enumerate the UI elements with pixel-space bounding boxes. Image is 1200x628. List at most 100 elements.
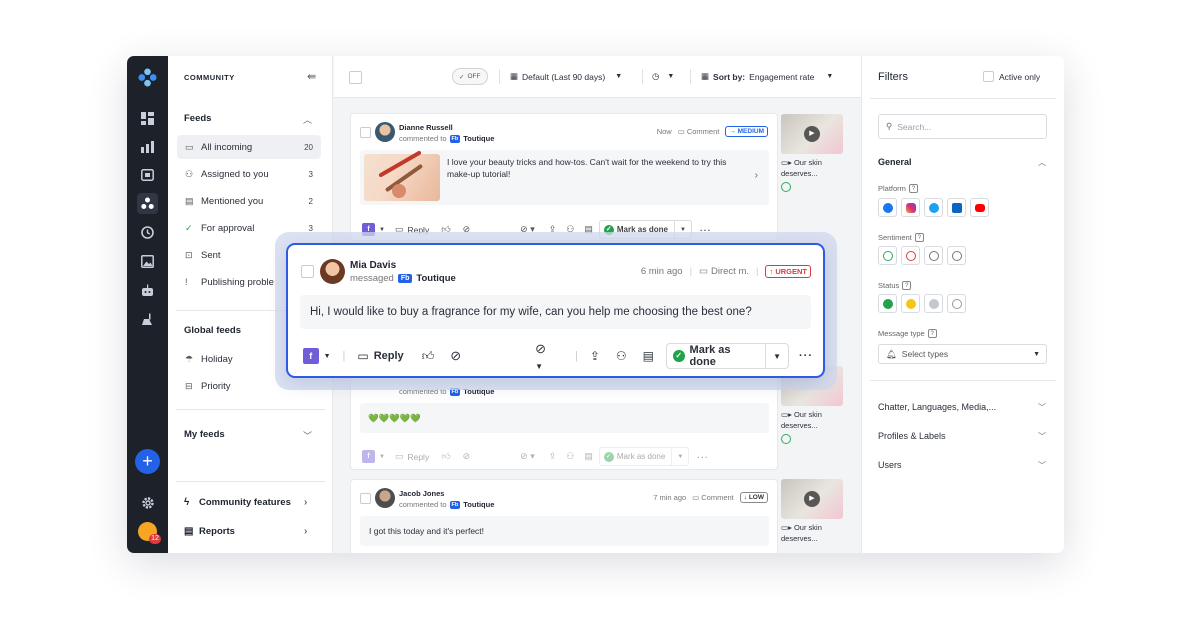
general-heading[interactable]: General <box>878 157 912 167</box>
feeds-heading[interactable]: Feeds <box>184 113 211 124</box>
post-thumbnail[interactable]: ▶ ▭▸ Our skin deserves... <box>781 479 843 544</box>
post-thumbnail[interactable]: ▶ ▭▸ Our skin deserves... <box>781 114 843 192</box>
author-name: Dianne Russell <box>399 123 453 132</box>
app-logo-icon[interactable] <box>138 68 157 87</box>
chevron-up-icon[interactable]: ︿ <box>1038 157 1046 168</box>
chevron-down-icon[interactable]: ﹀ <box>1038 460 1046 471</box>
reply-button[interactable]: Reply <box>374 350 404 362</box>
mark-as-done-button[interactable]: ✓ Mark as done ▼ <box>666 343 789 369</box>
history-icon[interactable] <box>137 222 158 243</box>
reply-icon: ▭ <box>357 349 369 363</box>
positive-sentiment-filter[interactable] <box>878 246 897 265</box>
toggle-switch[interactable]: ✓ OFF <box>452 68 488 85</box>
community-icon[interactable] <box>137 193 158 214</box>
instagram-filter[interactable] <box>901 198 920 217</box>
card-checkbox[interactable] <box>360 493 371 504</box>
reply-icon: ▭ <box>394 451 404 461</box>
caret-down-icon: ▼ <box>826 73 834 80</box>
card-checkbox[interactable] <box>301 265 314 278</box>
active-only-checkbox[interactable]: Active only <box>983 71 1040 82</box>
chevron-right-icon: › <box>304 497 308 508</box>
select-all-checkbox[interactable] <box>349 71 362 84</box>
youtube-filter[interactable] <box>970 198 989 217</box>
neutral-sentiment-filter[interactable] <box>924 246 943 265</box>
assign-icon[interactable]: ⇪ <box>549 451 557 462</box>
page-icon[interactable]: f <box>362 450 375 463</box>
empty-circle-icon <box>951 298 962 309</box>
users-icon[interactable]: ⚇ <box>566 451 574 462</box>
calendar-icon[interactable] <box>137 164 158 185</box>
no-sentiment-icon[interactable]: ⊘ ▾ <box>520 451 535 462</box>
chevron-down-icon[interactable]: ﹀ <box>303 429 312 442</box>
like-icon[interactable]: 👍︎ <box>422 349 435 364</box>
bot-icon[interactable] <box>137 280 158 301</box>
message-type-select[interactable]: 🔔︎ Select types ▼ <box>878 344 1047 364</box>
feed-card[interactable]: Dianne Russell commented to Fb Toutique … <box>350 113 778 241</box>
clipboard-icon[interactable]: ▤ <box>584 451 593 462</box>
post-image: ▶ <box>781 479 843 519</box>
clock-icon: ◷ <box>652 71 660 81</box>
sidebar-item-mentioned[interactable]: ▤ Mentioned you 2 <box>177 189 321 213</box>
reply-button[interactable]: Reply <box>407 452 429 462</box>
media-icon[interactable] <box>137 251 158 272</box>
card-actions: f ▼ ▭ Reply 👍︎ ⊘ ⊘ ▾ ⇪ ⚇ ▤ ✓ Mark as don… <box>362 447 709 466</box>
card-checkbox[interactable] <box>360 127 371 138</box>
more-icon[interactable]: ··· <box>799 350 813 362</box>
accordion-chatter[interactable]: Chatter, Languages, Media,... <box>878 402 996 412</box>
hide-icon[interactable]: ⊘ <box>463 451 471 462</box>
youtube-icon <box>974 203 985 212</box>
my-feeds-heading[interactable]: My feeds <box>184 429 225 440</box>
page-icon[interactable]: f <box>303 348 319 364</box>
accordion-users[interactable]: Users <box>878 460 902 470</box>
user-avatar[interactable]: 12 <box>138 522 161 544</box>
date-range-dropdown[interactable]: ▦ Default (Last 90 days) ▼ <box>510 71 622 82</box>
chevron-down-icon[interactable]: ﹀ <box>1038 431 1046 442</box>
card-subline: commented to Fb Toutique <box>399 500 495 509</box>
settings-icon[interactable] <box>137 492 158 513</box>
mark-as-done-button[interactable]: ✓ Mark as done ▼ <box>598 447 690 466</box>
comment-icon: ▭ <box>692 493 700 502</box>
reports-link[interactable]: ▤ Reports › <box>184 526 307 537</box>
caret-down-icon[interactable]: ▼ <box>324 353 331 360</box>
sort-dropdown[interactable]: ▦ Sort by: Engagement rate ▼ <box>701 71 833 82</box>
author-name: Mia Davis <box>350 260 397 271</box>
community-features-link[interactable]: ϟ Community features › <box>184 497 307 508</box>
feed-card[interactable]: Jacob Jones commented to Fb Toutique 7 m… <box>350 479 778 553</box>
chevron-down-icon[interactable]: ﹀ <box>1038 402 1046 413</box>
like-icon[interactable]: 👍︎ <box>441 451 450 462</box>
accordion-profiles-labels[interactable]: Profiles & Labels <box>878 431 946 441</box>
filter-search-input[interactable]: ⚲ Search... <box>878 114 1047 139</box>
icon-rail: + 12 <box>127 56 168 553</box>
clipboard-icon[interactable]: ▤ <box>643 349 654 363</box>
no-sentiment-filter[interactable] <box>947 246 966 265</box>
twitter-filter[interactable] <box>924 198 943 217</box>
divider <box>176 481 325 482</box>
caret-down-icon[interactable]: ▼ <box>379 454 385 460</box>
chevron-up-icon[interactable]: ︿ <box>303 113 312 126</box>
caret-down-icon[interactable]: ▼ <box>766 352 788 361</box>
pending-status-filter[interactable] <box>901 294 920 313</box>
caret-down-icon[interactable]: ▼ <box>672 454 688 460</box>
negative-sentiment-filter[interactable] <box>901 246 920 265</box>
analytics-icon[interactable] <box>137 136 158 157</box>
assign-icon[interactable]: ⇪ <box>590 349 600 363</box>
chevron-right-icon[interactable]: › <box>755 170 758 181</box>
dashboard-icon[interactable] <box>137 108 158 129</box>
collapse-sidebar-icon[interactable]: ⇚ <box>307 70 316 83</box>
done-status-filter[interactable] <box>878 294 897 313</box>
time-dropdown[interactable]: ◷ ▼ <box>652 71 674 82</box>
facebook-filter[interactable] <box>878 198 897 217</box>
create-button[interactable]: + <box>135 449 160 474</box>
open-status-filter[interactable] <box>947 294 966 313</box>
global-feeds-heading[interactable]: Global feeds <box>184 325 241 336</box>
sidebar-item-assigned[interactable]: ⚇ Assigned to you 3 <box>177 162 321 186</box>
linkedin-filter[interactable] <box>947 198 966 217</box>
users-icon[interactable]: ⚇ <box>616 349 627 363</box>
highlighted-message-card[interactable]: Mia Davis messaged Fb Toutique 6 min ago… <box>286 243 825 378</box>
sidebar-item-all-incoming[interactable]: ▭ All incoming 20 <box>177 135 321 159</box>
ignored-status-filter[interactable] <box>924 294 943 313</box>
no-sentiment-icon[interactable]: ⊘ ▼ <box>535 341 557 372</box>
more-icon[interactable]: ··· <box>697 452 709 462</box>
sweep-icon[interactable] <box>137 309 158 330</box>
hide-icon[interactable]: ⊘ <box>450 348 461 364</box>
